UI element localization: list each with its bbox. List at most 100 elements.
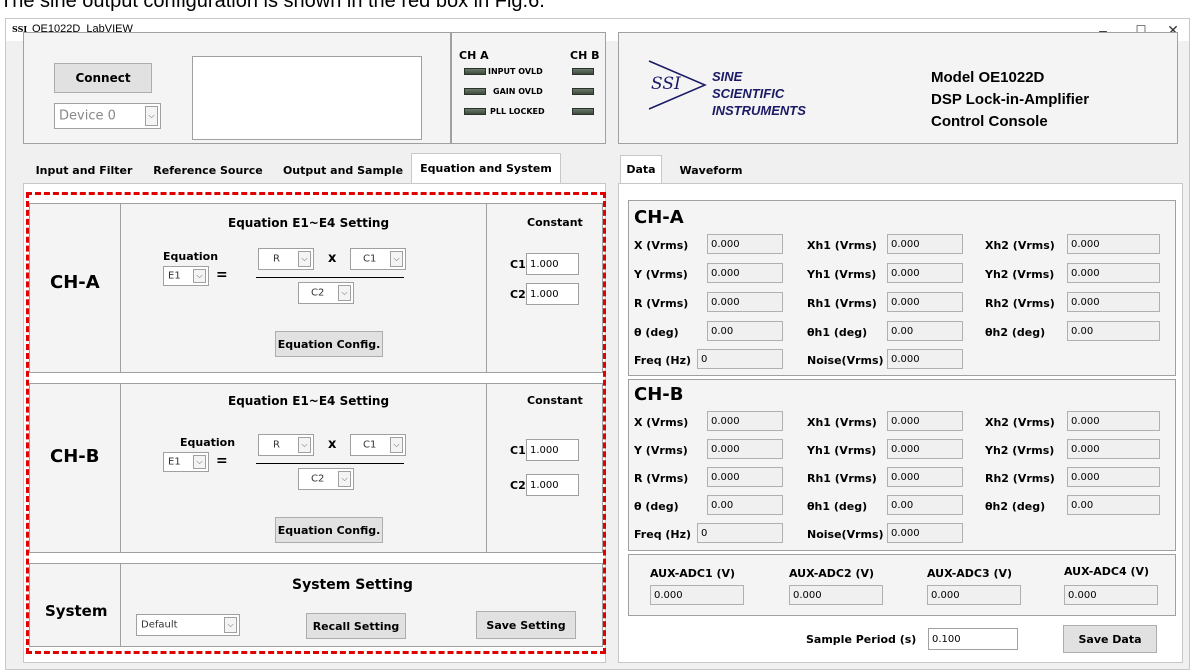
cha-freq-value: 0: [697, 349, 783, 369]
chb-xh2-value: 0.000: [1067, 411, 1160, 431]
pll-locked-led-b: [572, 108, 594, 115]
aux-adc4-value: 0.000: [1064, 585, 1158, 605]
aux-adc2-label: AUX-ADC2 (V): [789, 567, 875, 580]
sample-period-input[interactable]: 0.100: [928, 628, 1018, 650]
chb-thetah2-label: θh2 (deg): [985, 500, 1046, 513]
save-data-button[interactable]: Save Data: [1063, 625, 1157, 653]
cha-thetah1-label: θh1 (deg): [807, 326, 868, 339]
cha-r-value: 0.000: [707, 292, 783, 312]
chb-yh1-value: 0.000: [887, 439, 963, 459]
cha-x-label: X (Vrms): [634, 239, 689, 252]
chb-r-label: R (Vrms): [634, 472, 689, 485]
ch-b-led-label: CH B: [570, 49, 600, 62]
connect-button[interactable]: Connect: [54, 63, 152, 93]
right-tab-bar: Data Waveform: [618, 155, 1178, 183]
cha-freq-label: Freq (Hz): [634, 354, 692, 367]
chb-rh1-value: 0.000: [887, 467, 963, 487]
input-ovld-label: INPUT OVLD: [488, 67, 543, 76]
cha-data-title: CH-A: [634, 207, 684, 228]
aux-adc3-label: AUX-ADC3 (V): [927, 567, 1013, 580]
chb-xh2-label: Xh2 (Vrms): [985, 416, 1055, 429]
ch-a-led-label: CH A: [459, 49, 489, 62]
chb-yh2-label: Yh2 (Vrms): [985, 444, 1055, 457]
aux-adc2-value: 0.000: [789, 585, 883, 605]
tab-input-filter[interactable]: Input and Filter: [29, 157, 139, 183]
cha-noise-value: 0.000: [887, 349, 963, 369]
cha-theta-label: θ (deg): [634, 326, 679, 339]
cha-yh2-label: Yh2 (Vrms): [985, 268, 1055, 281]
model-name: Model OE1022D: [931, 69, 1045, 86]
chb-theta-label: θ (deg): [634, 500, 679, 513]
cha-rh1-label: Rh1 (Vrms): [807, 297, 877, 310]
cha-xh1-label: Xh1 (Vrms): [807, 239, 877, 252]
chb-x-label: X (Vrms): [634, 416, 689, 429]
tab-equation-system[interactable]: Equation and System: [411, 153, 561, 183]
input-ovld-led-a: [464, 68, 486, 75]
tab-output-sample[interactable]: Output and Sample: [278, 157, 408, 183]
chb-x-value: 0.000: [707, 411, 783, 431]
cha-xh1-value: 0.000: [887, 234, 963, 254]
cha-thetah1-value: 0.00: [887, 321, 963, 341]
gain-ovld-label: GAIN OVLD: [493, 87, 543, 96]
brand-logo-text: SSI: [651, 74, 681, 94]
cha-yh2-value: 0.000: [1067, 263, 1160, 283]
cha-xh2-value: 0.000: [1067, 234, 1160, 254]
tab-reference-source[interactable]: Reference Source: [148, 157, 268, 183]
brand-line2: SCIENTIFIC: [712, 86, 785, 101]
chb-y-value: 0.000: [707, 439, 783, 459]
pll-locked-label: PLL LOCKED: [490, 107, 545, 116]
sample-period-label: Sample Period (s): [806, 633, 917, 646]
chb-noise-label: Noise(Vrms): [807, 528, 884, 541]
cha-rh2-label: Rh2 (Vrms): [985, 297, 1055, 310]
highlight-box: [26, 192, 606, 654]
chb-y-label: Y (Vrms): [634, 444, 688, 457]
aux-adc1-label: AUX-ADC1 (V): [650, 567, 736, 580]
chb-rh2-label: Rh2 (Vrms): [985, 472, 1055, 485]
chevron-down-icon[interactable]: ⌵: [145, 106, 158, 126]
chb-theta-value: 0.00: [707, 495, 783, 515]
cha-yh1-value: 0.000: [887, 263, 963, 283]
cha-xh2-label: Xh2 (Vrms): [985, 239, 1055, 252]
aux-adc4-label: AUX-ADC4 (V): [1064, 565, 1150, 578]
chb-r-value: 0.000: [707, 467, 783, 487]
cha-thetah2-value: 0.00: [1067, 321, 1160, 341]
tab-waveform[interactable]: Waveform: [666, 157, 756, 183]
chb-yh1-label: Yh1 (Vrms): [807, 444, 877, 457]
chb-data-panel: CH-B X (Vrms) 0.000 Xh1 (Vrms) 0.000 Xh2…: [628, 379, 1176, 551]
chb-noise-value: 0.000: [887, 523, 963, 543]
device-select-value: Device 0: [59, 108, 116, 124]
chb-rh1-label: Rh1 (Vrms): [807, 472, 877, 485]
chb-freq-label: Freq (Hz): [634, 528, 692, 541]
model-desc1: DSP Lock-in-Amplifier: [931, 91, 1090, 108]
cha-thetah2-label: θh2 (deg): [985, 326, 1046, 339]
device-select[interactable]: Device 0 ⌵: [54, 103, 161, 129]
cha-rh2-value: 0.000: [1067, 292, 1160, 312]
connect-panel: Connect Device 0 ⌵: [23, 32, 451, 144]
chb-thetah1-value: 0.00: [887, 495, 963, 515]
cha-rh1-value: 0.000: [887, 292, 963, 312]
aux-adc-panel: AUX-ADC1 (V) 0.000 AUX-ADC2 (V) 0.000 AU…: [628, 554, 1176, 616]
chb-rh2-value: 0.000: [1067, 467, 1160, 487]
chb-xh1-value: 0.000: [887, 411, 963, 431]
cha-noise-label: Noise(Vrms): [807, 354, 884, 367]
tab-data[interactable]: Data: [620, 155, 662, 183]
chb-data-title: CH-B: [634, 384, 684, 405]
chb-thetah2-value: 0.00: [1067, 495, 1160, 515]
aux-adc1-value: 0.000: [650, 585, 744, 605]
aux-adc3-value: 0.000: [927, 585, 1021, 605]
status-textbox[interactable]: [192, 56, 422, 140]
app-window: SSI OE1022D_LabVIEW – ☐ ✕ Connect Device…: [5, 18, 1190, 670]
cha-theta-value: 0.00: [707, 321, 783, 341]
brand-line1: SINE: [712, 69, 743, 84]
chb-thetah1-label: θh1 (deg): [807, 500, 868, 513]
figure-caption: The sine output configuration is shown i…: [0, 0, 545, 12]
brand-panel: SSI SINE SCIENTIFIC INSTRUMENTS Model OE…: [618, 32, 1178, 144]
chb-freq-value: 0: [697, 523, 783, 543]
gain-ovld-led-a: [464, 88, 486, 95]
brand-line3: INSTRUMENTS: [712, 103, 806, 118]
cha-data-panel: CH-A X (Vrms) 0.000 Xh1 (Vrms) 0.000 Xh2…: [628, 200, 1176, 376]
chb-xh1-label: Xh1 (Vrms): [807, 416, 877, 429]
cha-r-label: R (Vrms): [634, 297, 689, 310]
model-desc2: Control Console: [931, 113, 1048, 130]
chb-yh2-value: 0.000: [1067, 439, 1160, 459]
